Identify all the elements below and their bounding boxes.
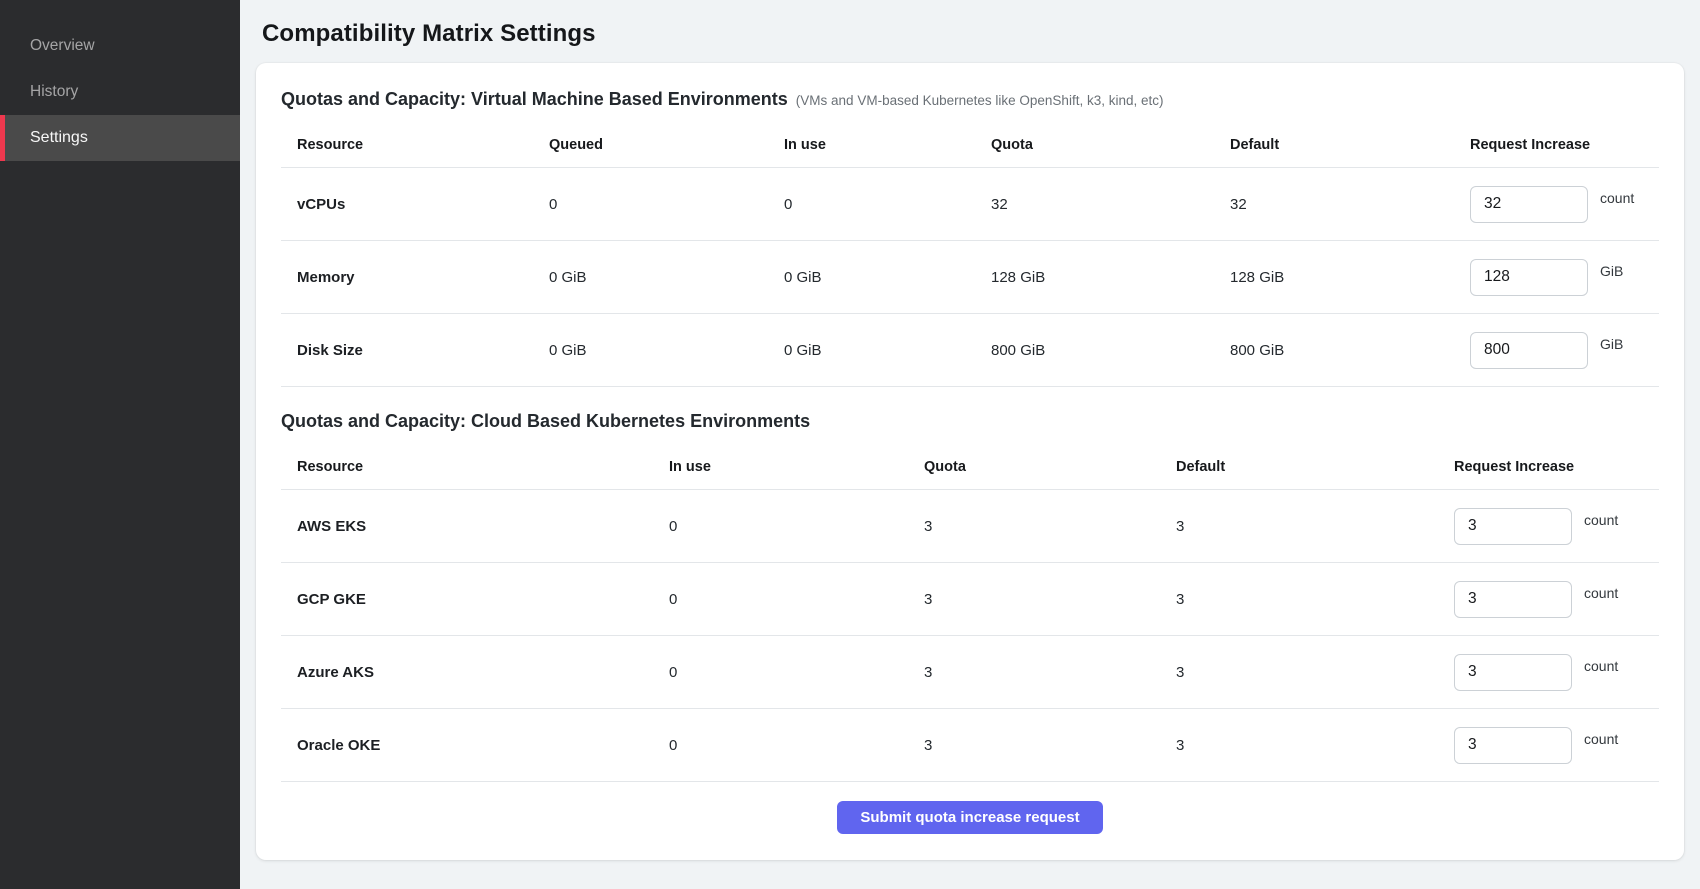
cell-in-use: 0 GiB [784,342,991,359]
column-header-quota: Quota [924,459,1176,475]
vm-table-header: Resource Queued In use Quota Default Req… [281,122,1659,168]
main-content: Compatibility Matrix Settings Quotas and… [240,0,1700,889]
section-heading-cloud: Quotas and Capacity: Cloud Based Kuberne… [281,411,1659,432]
sidebar-item-history[interactable]: History [0,69,240,115]
cell-in-use: 0 [669,518,924,535]
unit-label: count [1600,190,1634,206]
column-header-in-use: In use [669,459,924,475]
submit-quota-increase-button[interactable]: Submit quota increase request [837,801,1102,834]
cell-queued: 0 [549,196,784,213]
table-row-oracle-oke: Oracle OKE 0 3 3 count [281,709,1659,782]
column-header-quota: Quota [991,137,1230,153]
column-header-default: Default [1176,459,1454,475]
cloud-table-header: Resource In use Quota Default Request In… [281,444,1659,490]
cell-queued: 0 GiB [549,342,784,359]
cell-default: 32 [1230,196,1470,213]
resource-label: Disk Size [281,342,549,359]
section-subtitle: (VMs and VM-based Kubernetes like OpenSh… [796,93,1164,108]
cell-quota: 3 [924,518,1176,535]
sidebar-item-label: Settings [30,129,88,147]
gcp-gke-quantity-input[interactable] [1454,581,1572,618]
table-row-gcp-gke: GCP GKE 0 3 3 count [281,563,1659,636]
column-header-in-use: In use [784,137,991,153]
table-row-azure-aks: Azure AKS 0 3 3 count [281,636,1659,709]
cell-quota: 3 [924,591,1176,608]
memory-quantity-input[interactable] [1470,259,1588,296]
request-increase-cell: GiB [1470,259,1659,296]
page-title: Compatibility Matrix Settings [262,20,1684,48]
cell-in-use: 0 [669,737,924,754]
request-increase-cell: GiB [1470,332,1659,369]
cell-quota: 128 GiB [991,269,1230,286]
cell-default: 3 [1176,737,1454,754]
resource-label: AWS EKS [281,518,669,535]
sidebar-item-settings[interactable]: Settings [0,115,240,161]
resource-label: vCPUs [281,196,549,213]
cell-default: 128 GiB [1230,269,1470,286]
cell-default: 3 [1176,591,1454,608]
table-row-memory: Memory 0 GiB 0 GiB 128 GiB 128 GiB GiB [281,241,1659,314]
cell-in-use: 0 [669,664,924,681]
column-header-default: Default [1230,137,1470,153]
section-heading-text: Quotas and Capacity: Virtual Machine Bas… [281,89,788,109]
unit-label: count [1584,658,1618,674]
vcpus-quantity-input[interactable] [1470,186,1588,223]
column-header-resource: Resource [281,459,669,475]
resource-label: GCP GKE [281,591,669,608]
table-row-disk-size: Disk Size 0 GiB 0 GiB 800 GiB 800 GiB Gi… [281,314,1659,387]
section-heading-text: Quotas and Capacity: Cloud Based Kuberne… [281,411,810,431]
request-increase-cell: count [1454,654,1659,691]
cell-default: 3 [1176,664,1454,681]
aws-eks-quantity-input[interactable] [1454,508,1572,545]
unit-label: count [1584,585,1618,601]
unit-label: GiB [1600,336,1623,352]
sidebar-item-label: Overview [30,37,95,55]
resource-label: Azure AKS [281,664,669,681]
cell-default: 800 GiB [1230,342,1470,359]
resource-label: Oracle OKE [281,737,669,754]
unit-label: count [1584,731,1618,747]
request-increase-cell: count [1470,186,1659,223]
column-header-request-increase: Request Increase [1454,459,1659,475]
unit-label: GiB [1600,263,1623,279]
unit-label: count [1584,512,1618,528]
cell-in-use: 0 [784,196,991,213]
settings-card: Quotas and Capacity: Virtual Machine Bas… [256,63,1684,860]
cell-in-use: 0 [669,591,924,608]
cell-in-use: 0 GiB [784,269,991,286]
request-increase-cell: count [1454,508,1659,545]
request-increase-cell: count [1454,581,1659,618]
column-header-request-increase: Request Increase [1470,137,1659,153]
table-row-aws-eks: AWS EKS 0 3 3 count [281,490,1659,563]
card-footer: Submit quota increase request [281,782,1659,840]
sidebar-item-overview[interactable]: Overview [0,23,240,69]
cell-quota: 3 [924,737,1176,754]
disk-size-quantity-input[interactable] [1470,332,1588,369]
request-increase-cell: count [1454,727,1659,764]
column-header-resource: Resource [281,137,549,153]
cell-queued: 0 GiB [549,269,784,286]
cell-quota: 32 [991,196,1230,213]
resource-label: Memory [281,269,549,286]
sidebar: Overview History Settings [0,0,240,889]
sidebar-item-label: History [30,83,78,101]
oracle-oke-quantity-input[interactable] [1454,727,1572,764]
azure-aks-quantity-input[interactable] [1454,654,1572,691]
section-heading-vm: Quotas and Capacity: Virtual Machine Bas… [281,89,1659,110]
cell-quota: 800 GiB [991,342,1230,359]
table-row-vcpus: vCPUs 0 0 32 32 count [281,168,1659,241]
cell-quota: 3 [924,664,1176,681]
cell-default: 3 [1176,518,1454,535]
column-header-queued: Queued [549,137,784,153]
